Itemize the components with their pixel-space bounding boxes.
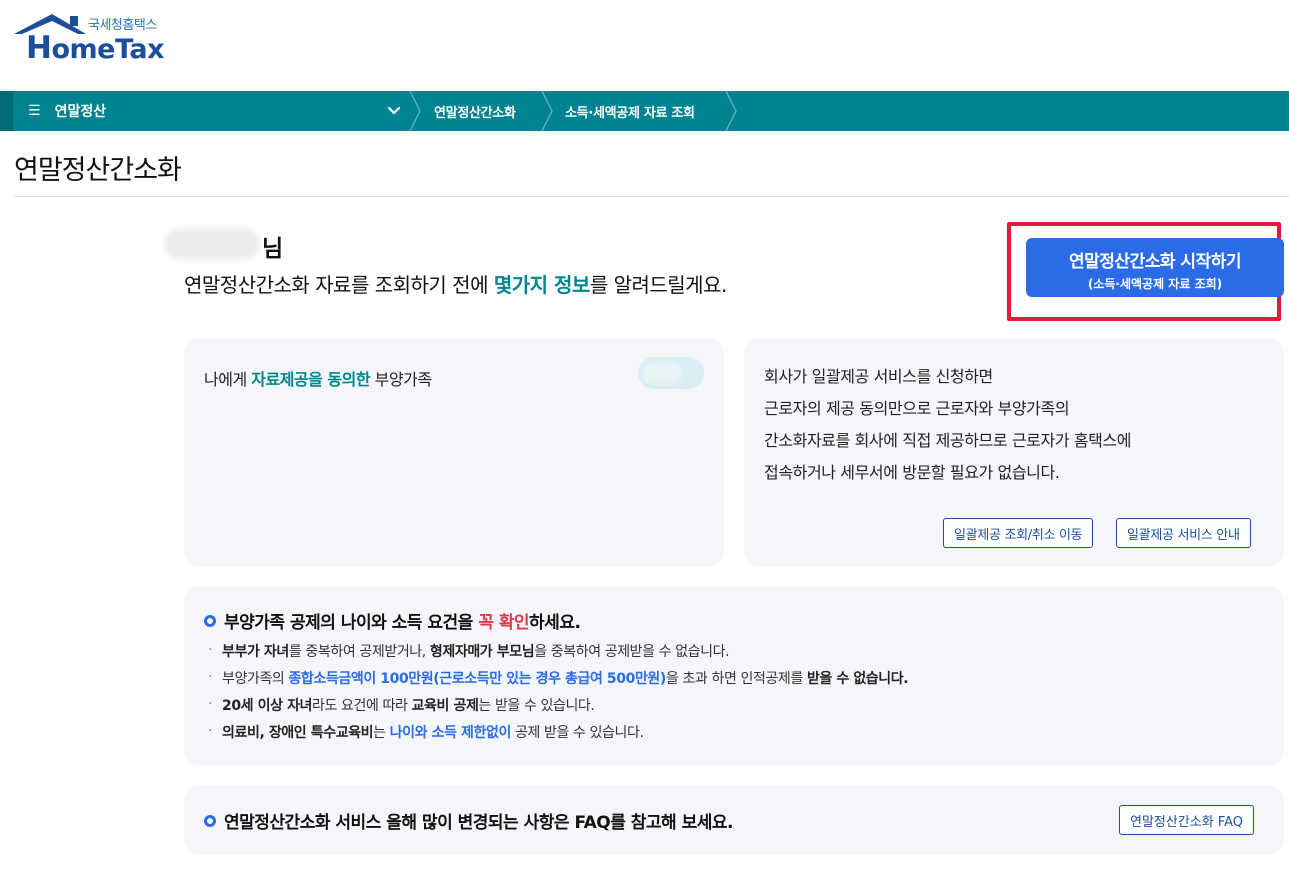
dependents-card: 나에게 자료제공을 동의한 부양가족 bbox=[184, 339, 724, 566]
start-simplified-service-button[interactable]: 연말정산간소화 시작하기 (소득·세액공제 자료 조회) bbox=[1026, 238, 1284, 297]
breadcrumb-item-1[interactable]: 연말정산간소화 bbox=[434, 91, 516, 131]
redacted-user-name bbox=[164, 228, 260, 260]
bulk-query-cancel-button[interactable]: 일괄제공 조회/취소 이동 bbox=[943, 518, 1094, 548]
greeting-message: 연말정산간소화 자료를 조회하기 전에 몇가지 정보를 알려드릴게요. bbox=[184, 273, 727, 297]
chevron-down-icon[interactable] bbox=[386, 102, 402, 118]
hamburger-icon: ☰ bbox=[28, 103, 41, 119]
faq-card: 연말정산간소화 서비스 올해 많이 변경되는 사항은 FAQ를 참고해 보세요.… bbox=[184, 786, 1284, 854]
list-item: 20세 이상 자녀라도 요건에 따라 교육비 공제는 받을 수 있습니다. bbox=[208, 691, 908, 720]
menu-dropdown[interactable]: ☰ 연말정산 bbox=[28, 91, 106, 131]
requirements-heading: 부양가족 공제의 나이와 소득 요건을 꼭 확인하세요. bbox=[204, 608, 581, 633]
breadcrumb-separator-icon bbox=[409, 91, 421, 131]
faq-button[interactable]: 연말정산간소화 FAQ bbox=[1119, 805, 1255, 835]
breadcrumb-item-2[interactable]: 소득·세액공제 자료 조회 bbox=[565, 91, 695, 131]
bulk-service-guide-button[interactable]: 일괄제공 서비스 안내 bbox=[1116, 518, 1251, 548]
start-button-label: 연말정산간소화 시작하기 bbox=[1069, 252, 1241, 272]
dependents-title: 나에게 자료제공을 동의한 부양가족 bbox=[204, 370, 432, 389]
hometax-logo[interactable]: 국세청홈택스 HomeTax bbox=[12, 12, 172, 66]
breadcrumb-separator-icon bbox=[541, 91, 553, 131]
requirements-list: 부부가 자녀를 중복하여 공제받거나, 형제자매가 부모님을 중복하여 공제받을… bbox=[208, 637, 909, 747]
start-button-sublabel: (소득·세액공제 자료 조회) bbox=[1087, 277, 1223, 291]
list-item: 부부가 자녀를 중복하여 공제받거나, 형제자매가 부모님을 중복하여 공제받을… bbox=[208, 637, 908, 666]
bulk-provision-description: 회사가 일괄제공 서비스를 신청하면 근로자의 제공 동의만으로 근로자와 부양… bbox=[764, 367, 1132, 482]
toggle-knob bbox=[642, 362, 682, 384]
navigation-bar: ☰ 연말정산 연말정산간소화 소득·세액공제 자료 조회 bbox=[0, 91, 1289, 131]
ring-bullet-icon bbox=[204, 615, 216, 627]
ring-bullet-icon bbox=[204, 815, 216, 827]
title-divider bbox=[14, 196, 1289, 197]
list-item: 의료비, 장애인 특수교육비는 나이와 소득 제한없이 공제 받을 수 있습니다… bbox=[208, 718, 908, 747]
bulk-provision-card: 회사가 일괄제공 서비스를 신청하면 근로자의 제공 동의만으로 근로자와 부양… bbox=[744, 339, 1284, 566]
logo-title: HomeTax bbox=[26, 30, 165, 66]
list-item: 부양가족의 종합소득금액이 100만원(근로소득만 있는 경우 총급여 500만… bbox=[208, 664, 909, 693]
name-suffix: 님 bbox=[262, 236, 284, 262]
nav-accent bbox=[0, 91, 13, 131]
dependent-requirements-card: 부양가족 공제의 나이와 소득 요건을 꼭 확인하세요. 부부가 자녀를 중복하… bbox=[184, 587, 1284, 765]
dependents-toggle[interactable] bbox=[638, 357, 704, 389]
page-title: 연말정산간소화 bbox=[14, 155, 182, 186]
menu-label: 연말정산 bbox=[54, 104, 107, 120]
faq-message: 연말정산간소화 서비스 올해 많이 변경되는 사항은 FAQ를 참고해 보세요. bbox=[204, 808, 734, 833]
breadcrumb-separator-icon bbox=[725, 91, 737, 131]
